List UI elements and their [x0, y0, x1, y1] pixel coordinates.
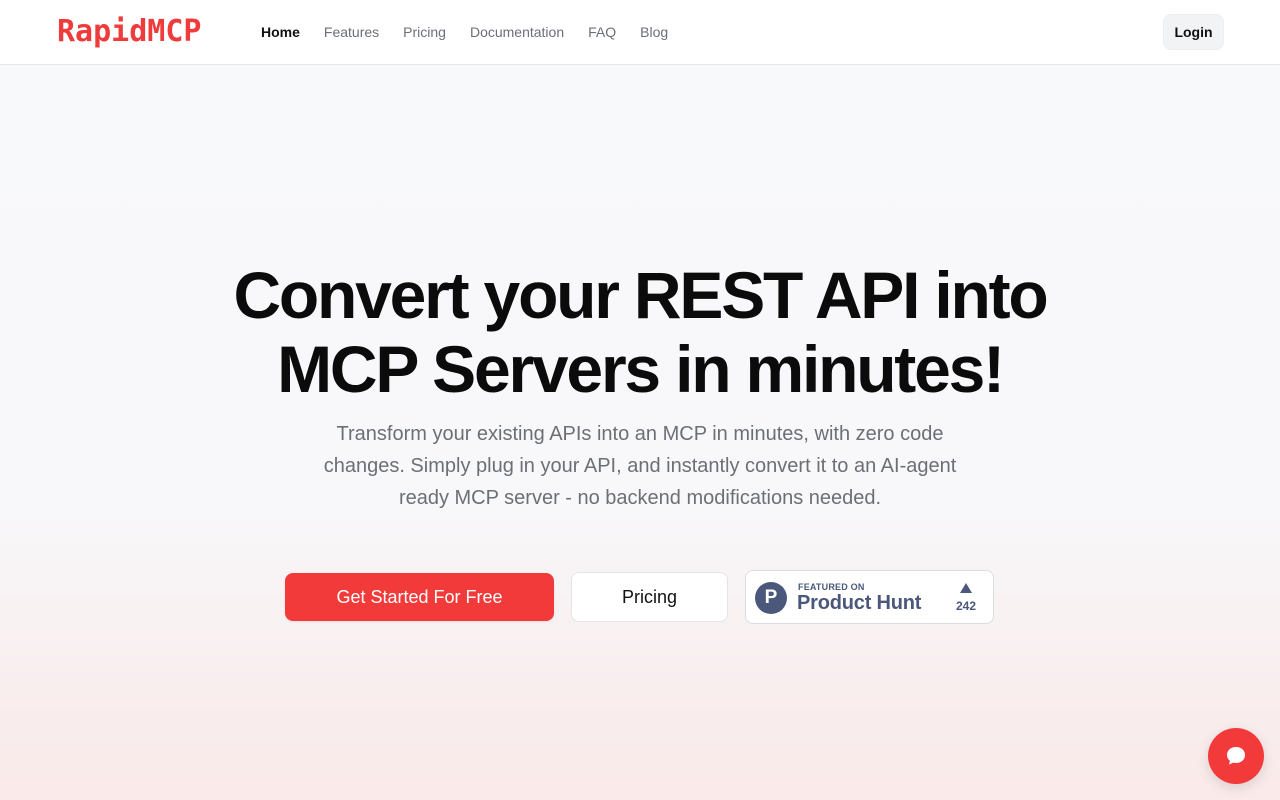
hero-title-line-1: Convert your REST API into [233, 258, 1048, 332]
nav-blog[interactable]: Blog [640, 22, 668, 42]
nav-home[interactable]: Home [261, 22, 300, 42]
product-hunt-vote-count: 242 [955, 599, 977, 613]
hero-title-line-2: MCP Servers in minutes! [277, 332, 1005, 406]
get-started-button[interactable]: Get Started For Free [285, 573, 554, 621]
login-button[interactable]: Login [1163, 14, 1224, 50]
product-hunt-name: Product Hunt [797, 592, 922, 614]
hero-subtitle: Transform your existing APIs into an MCP… [323, 423, 957, 509]
chat-widget-button[interactable] [1208, 728, 1264, 784]
nav-faq[interactable]: FAQ [588, 22, 616, 42]
product-hunt-badge[interactable]: P FEATURED ON Product Hunt 242 [745, 570, 994, 624]
nav-pricing[interactable]: Pricing [403, 22, 446, 42]
site-header: RapidMCP Home Features Pricing Documenta… [0, 0, 1280, 65]
chat-bubble-icon [1227, 747, 1245, 765]
product-hunt-logo-icon: P [755, 582, 787, 614]
main-nav: Home Features Pricing Documentation FAQ … [261, 22, 668, 42]
rapidmcp-logo[interactable]: RapidMCP [57, 15, 202, 49]
nav-documentation[interactable]: Documentation [470, 22, 564, 42]
hero-title: Convert your REST API into MCP Servers i… [0, 258, 1280, 406]
product-hunt-featured-label: FEATURED ON [798, 582, 865, 592]
upvote-arrow-icon [960, 583, 972, 593]
pricing-button[interactable]: Pricing [571, 572, 728, 622]
nav-features[interactable]: Features [324, 22, 379, 42]
